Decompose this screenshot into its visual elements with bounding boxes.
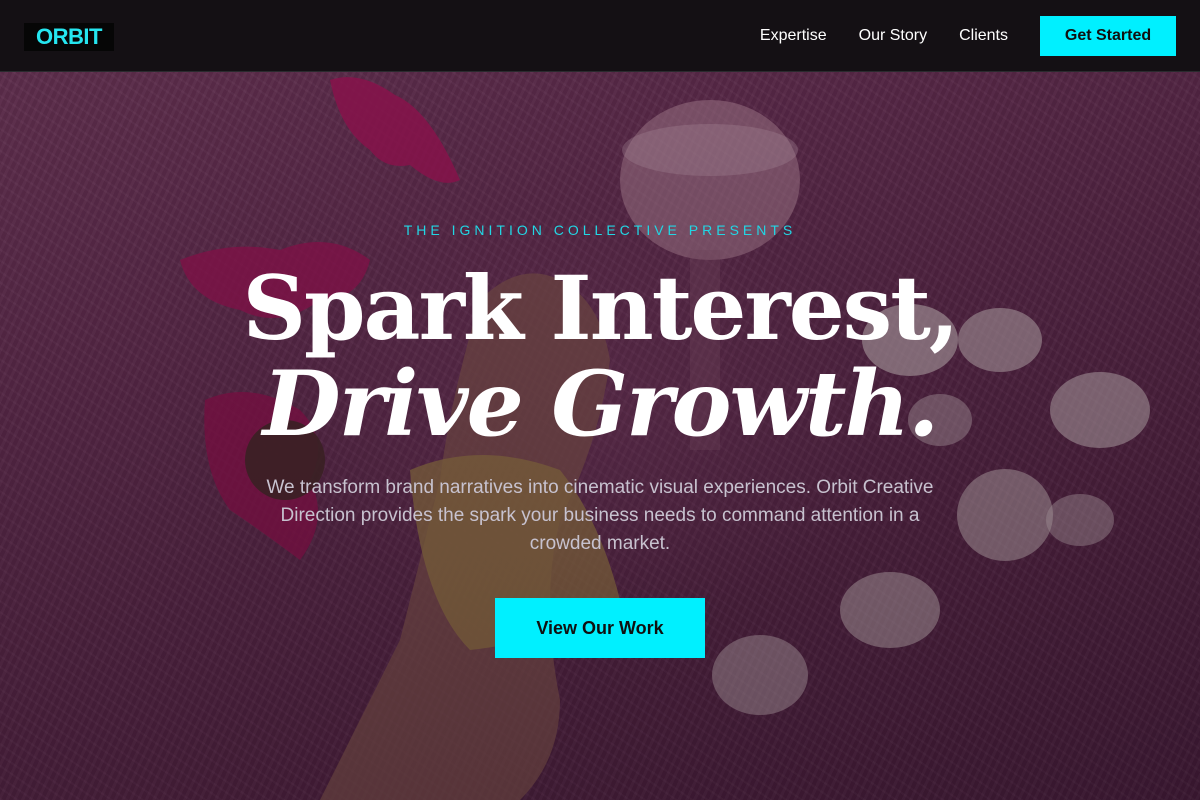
hero-headline-line2: Drive Growth. <box>262 351 940 457</box>
hero-subtext: We transform brand narratives into cinem… <box>266 477 934 554</box>
logo[interactable]: ORBIT <box>24 23 114 51</box>
hero-headline-line1: Spark Interest, <box>242 256 959 360</box>
get-started-button[interactable]: Get Started <box>1040 16 1176 56</box>
hero-section: THE IGNITION COLLECTIVE PRESENTS Spark I… <box>0 0 1200 800</box>
nav-link-clients[interactable]: Clients <box>959 16 1008 56</box>
nav-links: Expertise Our Story Clients Get Started <box>760 16 1176 56</box>
top-navbar: ORBIT Expertise Our Story Clients Get St… <box>0 0 1200 72</box>
hero-eyebrow: THE IGNITION COLLECTIVE PRESENTS <box>403 222 797 238</box>
nav-link-expertise[interactable]: Expertise <box>760 16 827 56</box>
view-our-work-button[interactable]: View Our Work <box>495 598 705 658</box>
nav-link-our-story[interactable]: Our Story <box>859 16 927 56</box>
